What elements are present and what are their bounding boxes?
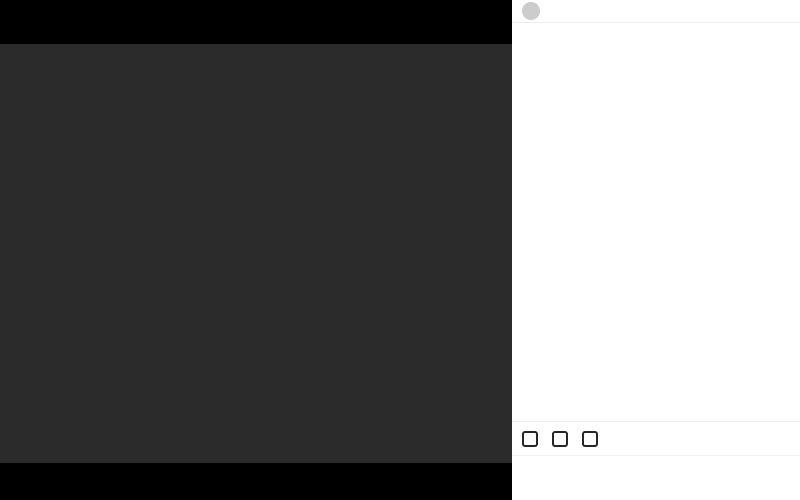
post-photo [0,44,512,463]
instagram-post-modal [0,0,800,500]
comment-composer[interactable] [512,455,800,500]
comments-list[interactable] [512,23,800,422]
avatar[interactable] [522,2,540,20]
comment-icon[interactable] [552,431,568,447]
share-icon[interactable] [582,431,598,447]
post-side-panel [512,0,800,500]
action-bar [512,421,800,456]
post-header [512,0,800,23]
heart-icon[interactable] [522,431,538,447]
post-media [0,0,512,500]
